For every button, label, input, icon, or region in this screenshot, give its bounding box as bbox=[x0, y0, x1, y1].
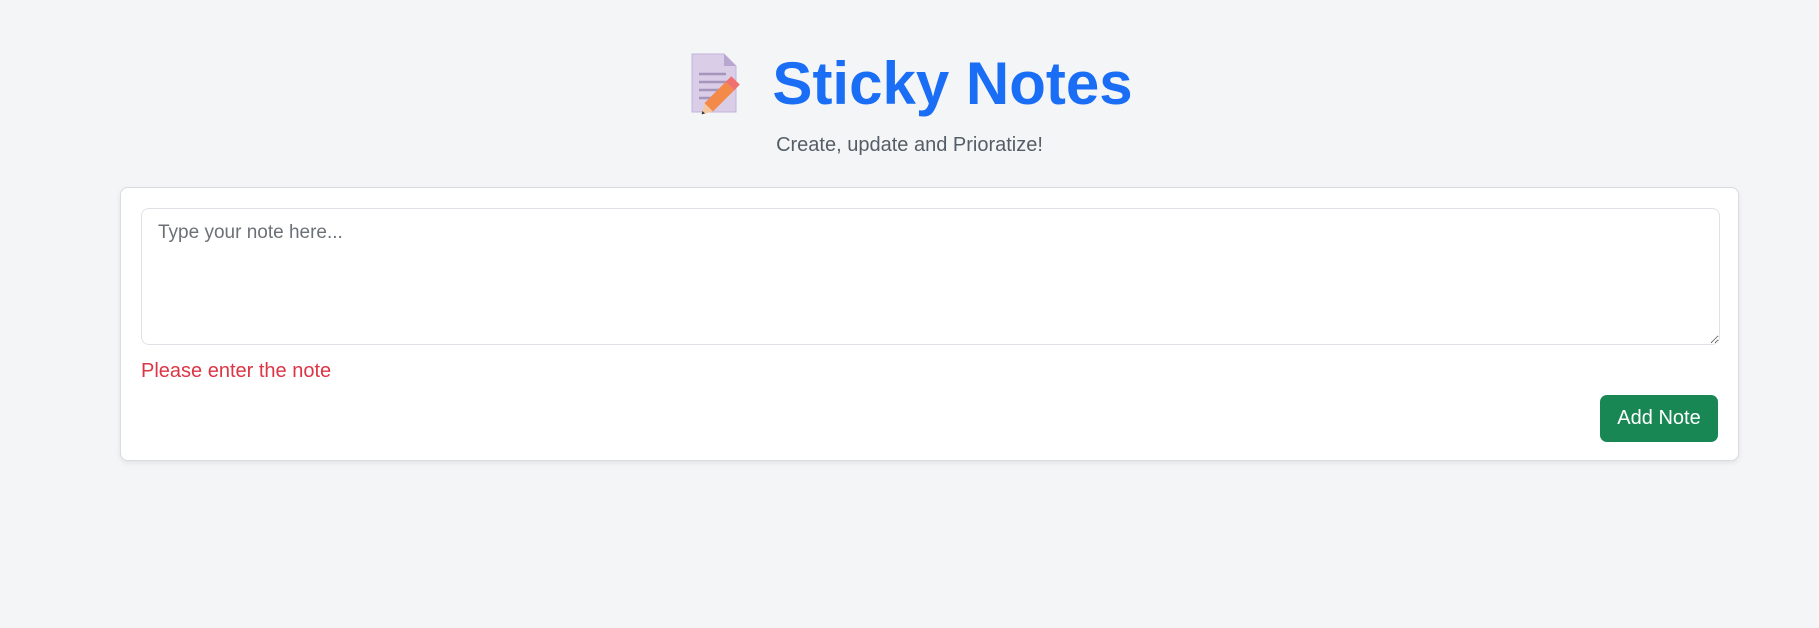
page-header: Sticky Notes Create, update and Priorati… bbox=[0, 44, 1819, 157]
title-row: Sticky Notes bbox=[686, 44, 1133, 124]
app-title: Sticky Notes bbox=[772, 50, 1133, 117]
app-subtitle: Create, update and Prioratize! bbox=[776, 134, 1043, 156]
note-form-card: Please enter the note Add Note bbox=[120, 187, 1739, 461]
error-message: Please enter the note bbox=[141, 360, 332, 382]
note-input[interactable] bbox=[141, 208, 1720, 345]
memo-pencil-icon bbox=[686, 52, 744, 116]
add-note-button[interactable]: Add Note bbox=[1600, 395, 1718, 442]
